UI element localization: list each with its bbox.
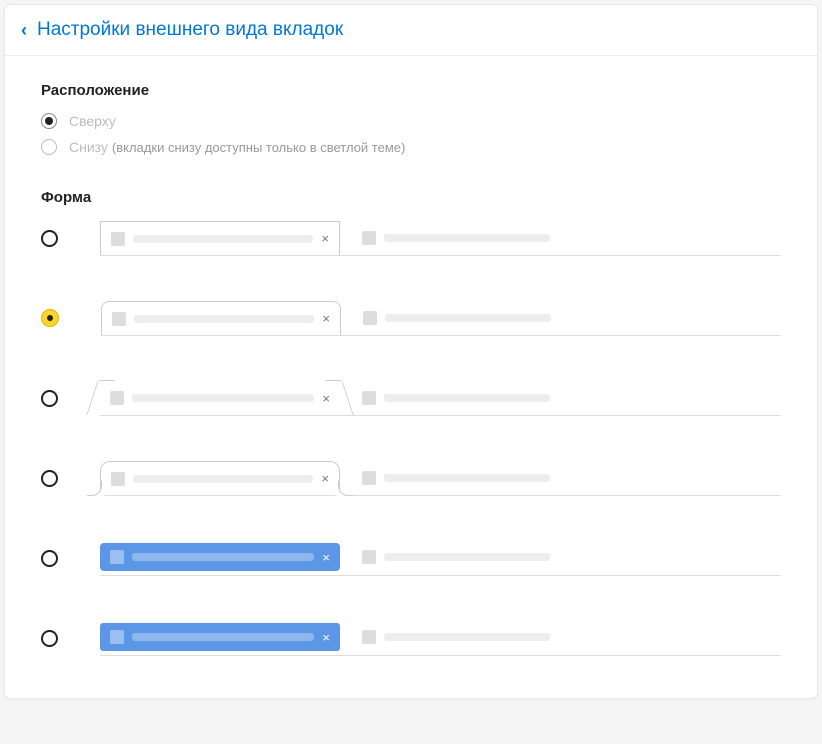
tab-title-placeholder [133,475,313,483]
shape-section-title: Форма [41,189,781,206]
radio-icon [41,139,57,155]
position-option-top[interactable]: Сверху [41,113,781,129]
shape-option-pill[interactable]: × [41,540,781,576]
tab-title-placeholder [384,474,550,482]
tab-title-placeholder [384,394,550,402]
tab-preview: × [100,540,781,576]
active-tab-preview: × [100,221,340,255]
close-icon: × [322,631,330,644]
favicon-icon [110,550,124,564]
option-label: Снизу [69,139,108,155]
tab-title-placeholder [134,315,314,323]
tab-preview: × [100,380,781,416]
page-title: Настройки внешнего вида вкладок [37,19,343,41]
radio-icon [41,390,58,407]
close-icon: × [322,551,330,564]
active-tab-preview: × [100,543,340,571]
favicon-icon [112,312,126,326]
inactive-tab-preview [352,221,568,255]
inactive-tab-preview [352,623,568,651]
tab-preview: × [101,300,781,336]
favicon-icon [110,391,124,405]
favicon-icon [110,630,124,644]
tab-preview: × [100,220,781,256]
back-icon[interactable]: ‹ [21,21,27,39]
shape-option-square[interactable]: × [41,220,781,256]
radio-icon [41,230,58,247]
inactive-tab-preview [353,301,569,335]
active-tab-preview: × [100,381,340,415]
radio-icon [41,630,58,647]
shape-option-pill-square[interactable]: × [41,620,781,656]
shape-option-curved[interactable]: × [41,460,781,496]
favicon-icon [362,231,376,245]
favicon-icon [111,232,125,246]
shape-section: Форма × [41,189,781,656]
radio-icon [41,550,58,567]
favicon-icon [362,391,376,405]
tab-title-placeholder [384,553,550,561]
favicon-icon [362,471,376,485]
active-tab-preview: × [101,301,341,335]
tab-title-placeholder [132,553,314,561]
radio-icon [41,470,58,487]
option-label: Сверху [69,113,116,129]
favicon-icon [362,630,376,644]
close-icon: × [322,392,330,405]
shape-option-trapezoid[interactable]: × [41,380,781,416]
tab-title-placeholder [132,394,314,402]
active-tab-preview: × [100,461,340,495]
favicon-icon [363,311,377,325]
tab-title-placeholder [385,314,551,322]
tab-preview: × [100,460,781,496]
tab-title-placeholder [384,633,550,641]
radio-icon [41,113,57,129]
close-icon: × [322,312,330,325]
position-section-title: Расположение [41,82,781,99]
close-icon: × [321,472,329,485]
close-icon: × [321,232,329,245]
settings-card: ‹ Настройки внешнего вида вкладок Распол… [4,4,818,699]
tab-title-placeholder [132,633,314,641]
header: ‹ Настройки внешнего вида вкладок [5,5,817,56]
favicon-icon [362,550,376,564]
inactive-tab-preview [352,381,568,415]
inactive-tab-preview [352,461,568,495]
radio-icon [41,309,59,327]
inactive-tab-preview [352,543,568,571]
tab-title-placeholder [133,235,313,243]
shape-option-rounded[interactable]: × [41,300,781,336]
tab-title-placeholder [384,234,550,242]
option-hint: (вкладки снизу доступны только в светлой… [112,140,405,155]
favicon-icon [111,472,125,486]
tab-preview: × [100,620,781,656]
active-tab-preview: × [100,623,340,651]
position-option-bottom[interactable]: Снизу (вкладки снизу доступны только в с… [41,139,781,155]
content: Расположение Сверху Снизу (вкладки снизу… [5,56,817,698]
